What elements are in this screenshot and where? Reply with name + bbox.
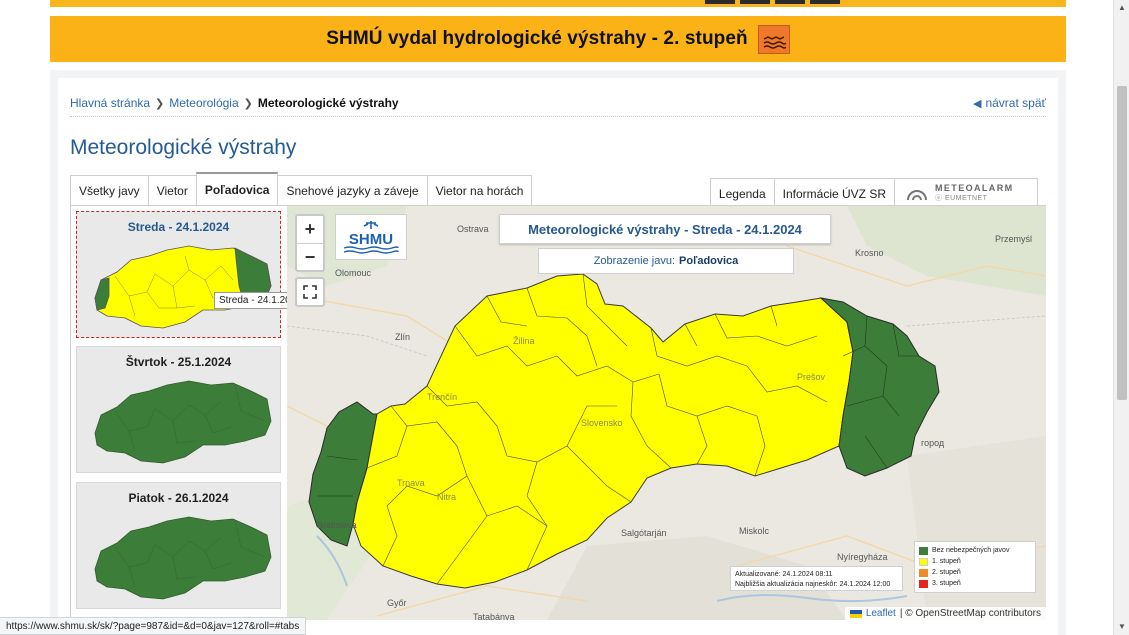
map-city-label: Trnava (397, 478, 425, 488)
map-attribution: Leaflet | © OpenStreetMap contributors (844, 607, 1046, 620)
map-city-label: Tatabánya (473, 612, 515, 620)
map-city-label: город (921, 438, 945, 448)
top-strip-button[interactable] (775, 0, 805, 4)
status-bar-url: https://www.shmu.sk/sk/?page=987&id=&d=0… (0, 617, 307, 635)
shmu-logo-icon: SHMU (343, 221, 399, 254)
tab-snow-drifts[interactable]: Snehové jazyky a záveje (277, 175, 428, 205)
map-subtitle-label: Zobrazenie javu: (593, 255, 676, 267)
day-thumbnail-map (94, 245, 272, 329)
map-city-label: Przemyśl (995, 234, 1033, 244)
map-city-label: Salgótarján (621, 528, 667, 538)
map-city-label: Miskolc (739, 526, 770, 536)
arrow-left-icon: ◀ (972, 97, 982, 110)
zoom-in-button[interactable]: + (297, 216, 323, 243)
map-city-label: Trenčín (427, 392, 458, 402)
fullscreen-button[interactable] (295, 277, 325, 307)
back-link[interactable]: ◀ návrat späť (973, 96, 1046, 110)
tab-legend[interactable]: Legenda (709, 178, 775, 208)
zoom-out-button[interactable]: − (297, 243, 323, 270)
legend-swatch (919, 546, 928, 555)
legend-swatch (919, 557, 928, 566)
top-strip-button[interactable] (705, 0, 735, 4)
ukraine-flag-icon (849, 609, 862, 618)
map-city-label: Nyíregyháza (837, 552, 888, 562)
map-city-label: Prešov (797, 372, 826, 382)
legend-item: 1. stupeň (919, 556, 1031, 567)
meteoalarm-logo-icon (907, 189, 927, 200)
next-update-time: Najbližšia aktualizácia najneskôr: 24.1.… (735, 581, 891, 588)
warnings-map[interactable]: Ostrava Olomouc Krosno Przemyśl Zlín Žil… (287, 206, 1046, 620)
day-card-thursday[interactable]: Štvrtok - 25.1.2024 (76, 346, 281, 473)
map-city-label: Olomouc (335, 268, 372, 278)
map-city-label: Nitra (437, 492, 457, 502)
attribution-text: | © OpenStreetMap contributors (899, 608, 1041, 619)
day-thumbnail-map (94, 516, 272, 600)
tab-wind[interactable]: Vietor (147, 175, 197, 205)
tab-mountain-wind[interactable]: Vietor na horách (426, 175, 533, 205)
day-card-title: Štvrtok - 25.1.2024 (125, 355, 232, 369)
svg-text:SHMU: SHMU (349, 231, 393, 248)
tab-ice[interactable]: Poľadovica (195, 172, 279, 205)
back-link-label: návrat späť (985, 96, 1046, 110)
meteoalarm-subtitle: ⓔ EUMETNET (935, 195, 988, 202)
phenomenon-tabs: Všetky javy Vietor Poľadovica Snehové ja… (70, 172, 533, 205)
page-title: Meteorologické výstrahy (70, 136, 297, 159)
content-area: Hlavná stránka ❯ Meteorológia ❯ Meteorologic… (50, 70, 1066, 635)
flood-warning-icon (757, 24, 790, 54)
content-card: Hlavná stránka ❯ Meteorológia ❯ Meteorologic… (58, 78, 1058, 635)
map-subtitle: Zobrazenie javu: Poľadovica (538, 248, 794, 274)
breadcrumb: Hlavná stránka ❯ Meteorológia ❯ Meteorologic… (70, 96, 399, 110)
divider (70, 116, 1046, 117)
map-city-label: Bratislava (317, 520, 357, 530)
meteoalarm-title: METEOALARM (935, 183, 1014, 193)
breadcrumb-current: Meteorologické výstrahy (257, 96, 399, 110)
legend-swatch (919, 568, 928, 577)
map-city-label: Zlín (395, 332, 411, 342)
hydro-warning-banner[interactable]: SHMÚ vydal hydrologické výstrahy - 2. st… (50, 16, 1066, 62)
leaflet-link[interactable]: Leaflet (866, 608, 896, 619)
shmu-logo[interactable]: SHMU (335, 214, 407, 260)
scroll-up-arrow-icon[interactable]: ▲ (1114, 0, 1129, 16)
update-info: Aktualizované: 24.1.2024 08:11 Najbližši… (730, 566, 903, 591)
map-city-label: Žilina (513, 336, 535, 346)
map-legend: Bez nebezpečných javov 1. stupeň 2. stup… (914, 541, 1036, 593)
chevron-right-icon: ❯ (155, 98, 165, 110)
tab-all-phenomena[interactable]: Všetky javy (70, 175, 149, 205)
map-city-label: Győr (387, 598, 407, 608)
scroll-down-arrow-icon[interactable]: ▼ (1114, 619, 1129, 635)
map-title: Meteorologické výstrahy - Streda - 24.1.… (499, 214, 831, 244)
zoom-control: + − (295, 214, 325, 272)
meteoalarm-link[interactable]: METEOALARM ⓔ EUMETNET (894, 178, 1038, 208)
info-tabs: Legenda Informácie ÚVZ SR METEOALARM ⓔ E… (709, 178, 1038, 208)
chevron-right-icon: ❯ (243, 98, 253, 110)
day-card-title: Streda - 24.1.2024 (127, 220, 230, 234)
map-subtitle-value: Poľadovica (679, 255, 739, 267)
legend-item: 2. stupeň (919, 567, 1031, 578)
top-strip-button[interactable] (810, 0, 840, 4)
top-banner-strip (50, 0, 1066, 7)
updated-time: Aktualizované: 24.1.2024 08:11 (735, 571, 833, 578)
day-card-title: Piatok - 26.1.2024 (128, 491, 229, 505)
warnings-panel: Streda - 24.1.2024 Streda - 24.1.2024 Št… (70, 205, 1046, 620)
map-city-label: Slovensko (581, 418, 623, 428)
legend-item: 3. stupeň (919, 578, 1031, 589)
breadcrumb-meteorology[interactable]: Meteorológia (169, 96, 238, 110)
fullscreen-icon (303, 285, 317, 299)
breadcrumb-home[interactable]: Hlavná stránka (70, 96, 150, 110)
top-strip-button[interactable] (740, 0, 770, 4)
tab-uvz-info[interactable]: Informácie ÚVZ SR (773, 178, 895, 208)
scrollbar-thumb[interactable] (1117, 86, 1127, 400)
day-thumbnail-map (94, 380, 272, 464)
map-city-label: Ostrava (457, 224, 489, 234)
day-card-friday[interactable]: Piatok - 26.1.2024 (76, 482, 281, 609)
legend-item: Bez nebezpečných javov (919, 545, 1031, 556)
banner-text: SHMÚ vydal hydrologické výstrahy - 2. st… (326, 28, 748, 49)
map-city-label: Krosno (855, 248, 884, 258)
legend-swatch (919, 579, 928, 588)
day-card-wednesday[interactable]: Streda - 24.1.2024 (76, 211, 281, 338)
page-scrollbar[interactable]: ▲ ▼ (1113, 0, 1129, 635)
